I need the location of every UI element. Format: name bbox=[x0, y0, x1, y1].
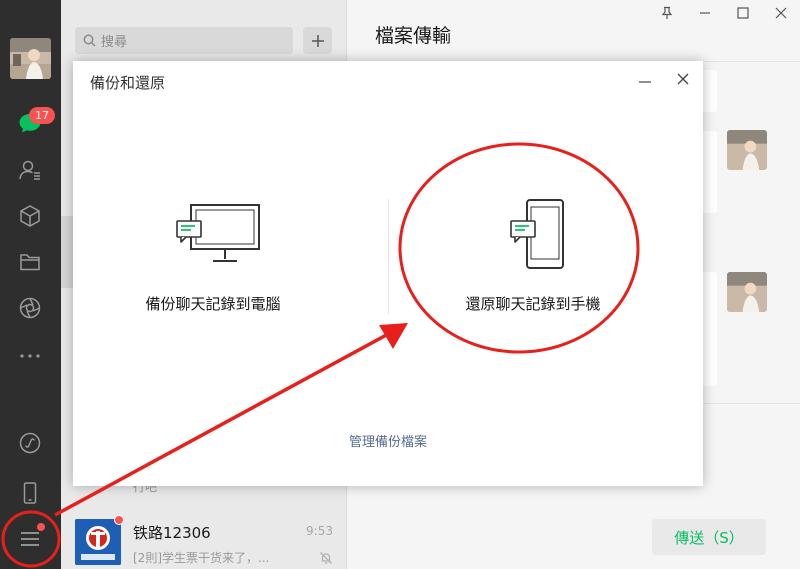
phone-icon[interactable] bbox=[17, 480, 43, 506]
sidebar-rail: 17 bbox=[0, 0, 61, 569]
backup-to-pc-option[interactable]: 備份聊天記錄到電腦 bbox=[118, 199, 308, 314]
restore-to-phone-label: 還原聊天記錄到手機 bbox=[465, 295, 601, 313]
close-button[interactable] bbox=[762, 0, 800, 26]
menu-notification-dot bbox=[37, 523, 45, 531]
backup-restore-dialog: 備份和還原 備份聊天記錄到電腦 還原聊天記錄到手機 管理備份檔案 bbox=[73, 61, 703, 486]
search-icon bbox=[83, 34, 96, 47]
maximize-icon bbox=[737, 7, 749, 19]
more-icon[interactable] bbox=[17, 343, 43, 369]
search-box[interactable]: 搜尋 bbox=[75, 27, 293, 54]
sender-avatar[interactable] bbox=[727, 130, 767, 170]
start-chat-button[interactable] bbox=[303, 27, 332, 54]
pin-button[interactable] bbox=[648, 0, 686, 26]
smartphone-icon bbox=[510, 199, 564, 269]
unread-badge: 17 bbox=[29, 107, 55, 124]
maximize-button[interactable] bbox=[724, 0, 762, 26]
mute-icon bbox=[319, 550, 333, 569]
monitor-icon bbox=[176, 204, 260, 262]
window-controls bbox=[648, 0, 800, 26]
manage-backups-link[interactable]: 管理備份檔案 bbox=[73, 431, 703, 450]
plus-icon bbox=[311, 34, 324, 47]
dialog-title: 備份和還原 bbox=[90, 74, 166, 92]
chat-preview: [2則]学生票干货来了，... bbox=[133, 551, 270, 565]
options-divider bbox=[388, 199, 389, 314]
unread-dot bbox=[114, 515, 124, 525]
close-icon bbox=[677, 73, 689, 85]
files-icon[interactable] bbox=[17, 249, 43, 275]
contacts-icon[interactable] bbox=[17, 157, 43, 183]
railway-logo-icon bbox=[75, 519, 121, 565]
sender-avatar[interactable] bbox=[727, 272, 767, 312]
close-icon bbox=[775, 7, 787, 19]
moments-icon[interactable] bbox=[17, 295, 43, 321]
dialog-minimize-button[interactable] bbox=[637, 74, 653, 90]
minimize-button[interactable] bbox=[686, 0, 724, 26]
collections-icon[interactable] bbox=[17, 203, 43, 229]
chat-title: 檔案傳輸 bbox=[375, 25, 452, 47]
minimize-icon bbox=[639, 81, 651, 83]
mini-program-icon[interactable] bbox=[17, 430, 43, 456]
restore-to-phone-option[interactable]: 還原聊天記錄到手機 bbox=[433, 199, 633, 314]
user-avatar[interactable] bbox=[10, 38, 51, 79]
pin-icon bbox=[661, 6, 673, 19]
list-item[interactable]: 铁路12306 9:53 [2則]学生票干货来了，... bbox=[61, 506, 347, 569]
search-input[interactable]: 搜尋 bbox=[101, 31, 127, 50]
chat-time: 9:53 bbox=[306, 524, 333, 538]
chat-name: 铁路12306 bbox=[133, 524, 211, 542]
avatar-photo-icon bbox=[10, 38, 51, 79]
minimize-icon bbox=[700, 12, 710, 14]
backup-to-pc-label: 備份聊天記錄到電腦 bbox=[145, 295, 281, 313]
dialog-close-button[interactable] bbox=[674, 70, 692, 88]
send-button[interactable]: 傳送（S） bbox=[652, 519, 766, 555]
